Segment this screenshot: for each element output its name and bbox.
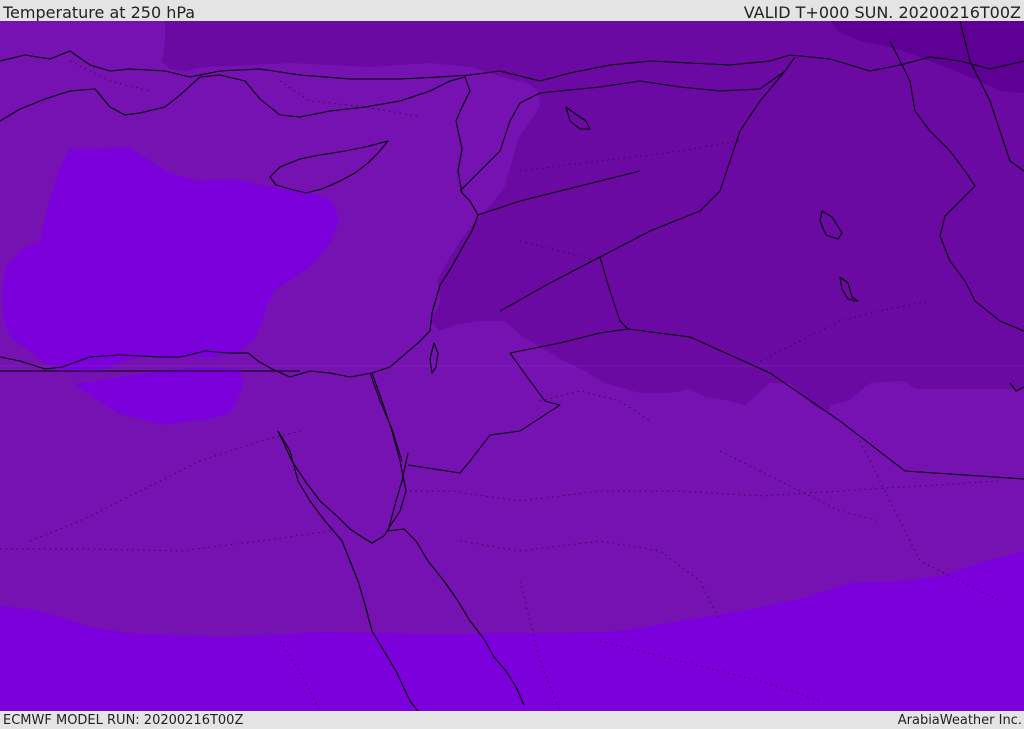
map-title: Temperature at 250 hPa bbox=[3, 3, 196, 22]
valid-time-label: VALID T+000 SUN. 20200216T00Z bbox=[743, 3, 1021, 22]
map-footer: ECMWF MODEL RUN: 20200216T00Z ArabiaWeat… bbox=[0, 711, 1024, 729]
weather-map bbox=[0, 21, 1024, 711]
model-run-label: ECMWF MODEL RUN: 20200216T00Z bbox=[3, 713, 244, 728]
credit-label: ArabiaWeather Inc. bbox=[897, 713, 1022, 728]
map-header: Temperature at 250 hPa VALID T+000 SUN. … bbox=[0, 0, 1024, 21]
temperature-contour-map bbox=[0, 21, 1024, 711]
